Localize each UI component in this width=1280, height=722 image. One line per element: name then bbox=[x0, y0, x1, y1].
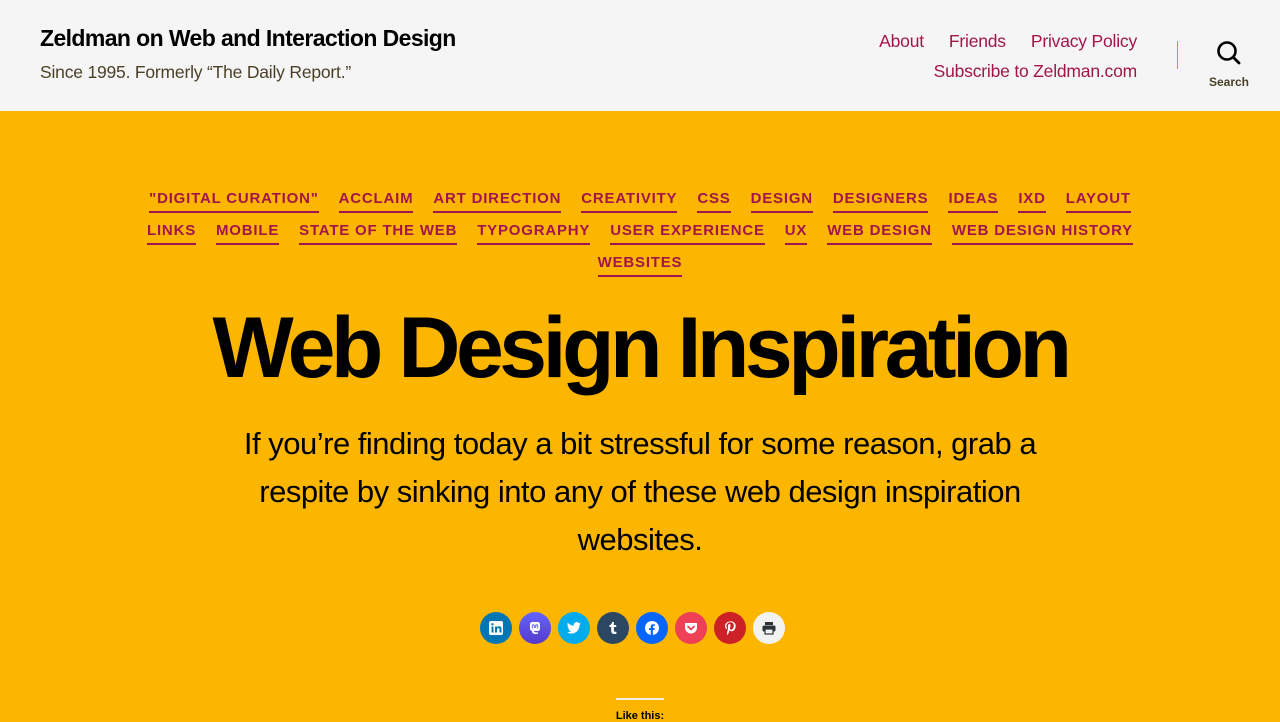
menu-item-subscribe[interactable]: Subscribe to Zeldman.com bbox=[934, 59, 1138, 83]
category-link[interactable]: LAYOUT bbox=[1065, 187, 1131, 213]
mastodon-icon bbox=[530, 622, 540, 634]
menu-item-friends[interactable]: Friends bbox=[949, 29, 1006, 53]
site-title-link[interactable]: Zeldman on Web and Interaction Design bbox=[40, 25, 456, 52]
likes-divider bbox=[616, 698, 664, 700]
print-button[interactable] bbox=[753, 612, 785, 644]
category-link[interactable]: ACCLAIM bbox=[338, 187, 414, 213]
share-pocket-button[interactable] bbox=[675, 612, 707, 644]
category-link[interactable]: IDEAS bbox=[948, 187, 999, 213]
category-link[interactable]: LINKS bbox=[147, 219, 196, 245]
category-link[interactable]: UX bbox=[784, 219, 808, 245]
category-link[interactable]: TYPOGRAPHY bbox=[477, 219, 591, 245]
category-link[interactable]: USER EXPERIENCE bbox=[610, 219, 765, 245]
category-link[interactable]: DESIGN bbox=[750, 187, 813, 213]
primary-menu: About Friends Privacy Policy Subscribe t… bbox=[817, 29, 1137, 83]
category-link[interactable]: WEB DESIGN HISTORY bbox=[951, 219, 1133, 245]
share-pinterest-button[interactable] bbox=[714, 612, 746, 644]
category-link[interactable]: "DIGITAL CURATION" bbox=[149, 187, 319, 213]
category-link[interactable]: DESIGNERS bbox=[832, 187, 929, 213]
share-mastodon-button[interactable] bbox=[519, 612, 551, 644]
share-tumblr-button[interactable] bbox=[597, 612, 629, 644]
category-link[interactable]: ART DIRECTION bbox=[433, 187, 562, 213]
category-link[interactable]: CREATIVITY bbox=[581, 187, 678, 213]
pocket-icon bbox=[685, 623, 697, 634]
share-linkedin-button[interactable] bbox=[480, 612, 512, 644]
pinterest-icon bbox=[725, 621, 736, 636]
header-separator bbox=[1177, 41, 1178, 69]
search-icon bbox=[1217, 41, 1241, 65]
likes-heading: Like this: bbox=[615, 710, 665, 722]
category-link[interactable]: MOBILE bbox=[216, 219, 280, 245]
share-twitter-button[interactable] bbox=[558, 612, 590, 644]
category-link[interactable]: CSS bbox=[697, 187, 731, 213]
tumblr-icon bbox=[609, 622, 617, 634]
category-link[interactable]: IXD bbox=[1018, 187, 1046, 213]
print-icon bbox=[762, 622, 776, 635]
site-description: Since 1995. Formerly “The Daily Report.” bbox=[40, 62, 351, 82]
facebook-icon bbox=[645, 621, 659, 635]
linkedin-icon bbox=[489, 621, 503, 635]
site-header: Zeldman on Web and Interaction Design Si… bbox=[0, 0, 1280, 111]
menu-item-privacy-policy[interactable]: Privacy Policy bbox=[1031, 29, 1137, 53]
share-buttons bbox=[480, 612, 785, 644]
search-label: Search bbox=[1208, 75, 1250, 89]
twitter-icon bbox=[566, 622, 581, 634]
post-categories: "DIGITAL CURATION" ACCLAIM ART DIRECTION… bbox=[140, 187, 1140, 277]
search-button[interactable]: Search bbox=[1200, 40, 1258, 95]
category-link[interactable]: WEB DESIGN bbox=[827, 219, 932, 245]
share-facebook-button[interactable] bbox=[636, 612, 668, 644]
category-link[interactable]: WEBSITES bbox=[597, 251, 683, 277]
category-link[interactable]: STATE OF THE WEB bbox=[299, 219, 458, 245]
post-intro: If you’re finding today a bit stressful … bbox=[243, 426, 1037, 557]
post-title: Web Design Inspiration bbox=[212, 300, 1072, 396]
menu-item-about[interactable]: About bbox=[879, 29, 924, 53]
